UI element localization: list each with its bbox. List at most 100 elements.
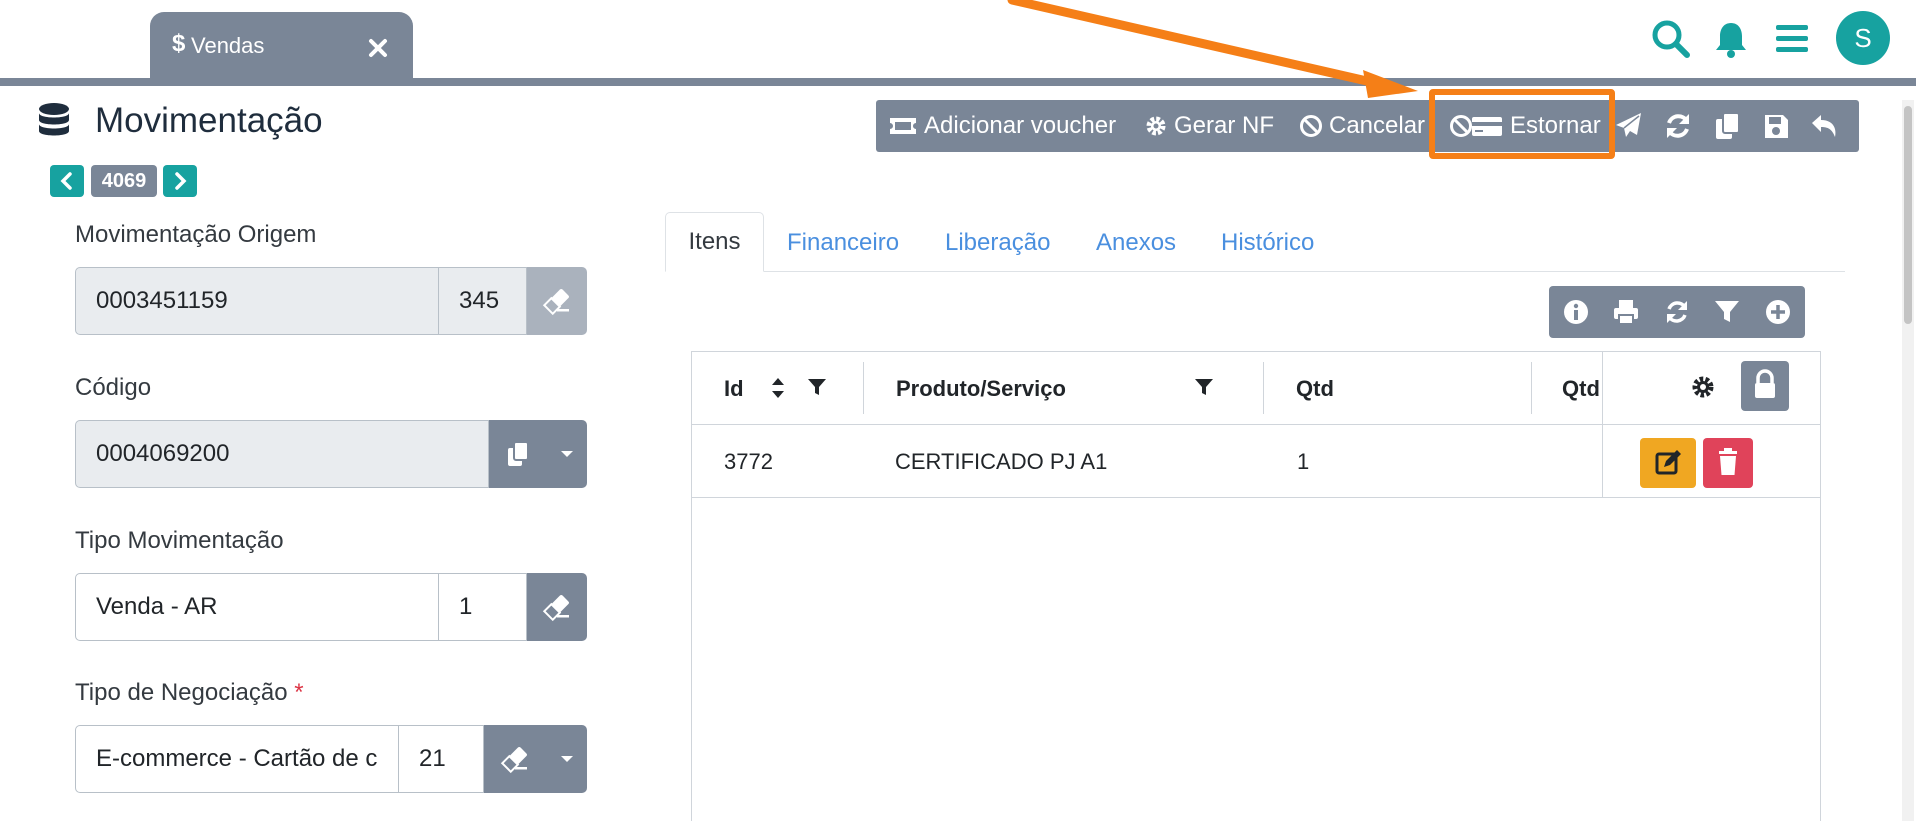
generate-nf-button[interactable]: Gerar NF (1144, 100, 1274, 152)
delete-row-button[interactable] (1703, 438, 1753, 488)
edit-row-button[interactable] (1640, 438, 1696, 488)
bell-icon[interactable] (1710, 18, 1752, 60)
info-icon[interactable] (1561, 297, 1591, 327)
table-header: Id Produto/Serviço Qtd Qtd (692, 352, 1820, 425)
codigo-label: Código (75, 374, 152, 401)
tab-historico[interactable]: Histórico (1221, 229, 1314, 257)
column-separator[interactable] (863, 362, 864, 414)
filter-icon[interactable] (1193, 376, 1215, 398)
reverse-button[interactable]: Estornar (1450, 100, 1601, 152)
tabs-divider (665, 271, 1845, 272)
save-icon[interactable] (1760, 110, 1792, 142)
cancel-button[interactable]: Cancelar (1299, 100, 1425, 152)
gear-icon (1146, 116, 1166, 136)
page-scrollbar[interactable] (1902, 100, 1914, 821)
caret-down-icon (561, 451, 573, 457)
column-header-qty[interactable]: Qtd (1296, 376, 1334, 402)
refresh-icon[interactable] (1662, 297, 1692, 327)
send-icon[interactable] (1613, 110, 1645, 142)
cell-id: 3772 (724, 449, 773, 474)
cancel-label: Cancelar (1329, 112, 1426, 139)
refresh-icon[interactable] (1662, 110, 1694, 142)
avatar[interactable]: S (1836, 11, 1890, 65)
column-header-id[interactable]: Id (724, 376, 744, 402)
filter-icon[interactable] (1712, 297, 1742, 327)
top-bar: $ Vendas S (0, 0, 1916, 78)
app-tab-vendas[interactable]: $ Vendas (150, 12, 413, 78)
tipo-neg-field[interactable]: E-commerce - Cartão de c (75, 725, 399, 793)
origem-label: Movimentação Origem (75, 221, 317, 248)
ban-credit-card-icon (1450, 115, 1502, 137)
tipo-neg-input-group: E-commerce - Cartão de c 21 (75, 725, 587, 793)
eraser-icon (542, 289, 569, 316)
cell-product: CERTIFICADO PJ A1 (895, 449, 1108, 474)
eraser-icon (542, 595, 569, 622)
eraser-icon (500, 747, 527, 774)
clear-tipo-neg-button[interactable] (484, 725, 547, 793)
sort-icon[interactable] (770, 376, 786, 400)
grid-toolbar (1549, 286, 1805, 338)
ban-icon (1300, 115, 1322, 137)
filter-icon[interactable] (806, 376, 828, 398)
next-record-button[interactable] (163, 165, 197, 197)
required-mark: * (294, 679, 304, 706)
dollar-icon: $ (172, 30, 186, 57)
caret-down-icon (561, 756, 573, 762)
close-icon[interactable] (368, 38, 392, 62)
clear-tipo-mov-button[interactable] (527, 573, 587, 641)
codigo-input-group: 0004069200 (75, 420, 587, 488)
tipo-mov-field[interactable]: Venda - AR (75, 573, 439, 641)
lock-columns-button[interactable] (1741, 361, 1789, 411)
column-header-product[interactable]: Produto/Serviço (896, 376, 1066, 402)
trash-icon (1719, 448, 1737, 475)
tipo-mov-number-field[interactable]: 1 (439, 573, 527, 641)
edit-icon (1655, 450, 1681, 475)
table-row[interactable]: 3772 CERTIFICADO PJ A1 1 (692, 425, 1820, 498)
copy-icon (508, 441, 529, 466)
app-tab-label: Vendas (191, 33, 265, 58)
clear-origem-button[interactable] (527, 267, 587, 335)
gear-icon[interactable] (1690, 374, 1716, 400)
items-table: Id Produto/Serviço Qtd Qtd 3772 CERTIFIC… (691, 351, 1821, 821)
tab-financeiro[interactable]: Financeiro (787, 229, 899, 257)
column-separator[interactable] (1263, 362, 1264, 414)
origem-input-group: 0003451159 345 (75, 267, 587, 335)
action-toolbar: Adicionar voucher Gerar NF Cancelar Esto… (876, 100, 1859, 152)
tipo-mov-input-group: Venda - AR 1 (75, 573, 587, 641)
tab-itens[interactable]: Itens (665, 212, 764, 272)
add-voucher-button[interactable]: Adicionar voucher (888, 100, 1116, 152)
tipo-neg-dropdown-button[interactable] (547, 725, 587, 793)
undo-icon[interactable] (1808, 110, 1840, 142)
column-separator[interactable] (1531, 362, 1532, 414)
top-strip (0, 78, 1916, 86)
copy-code-button[interactable] (489, 420, 547, 488)
add-icon[interactable] (1763, 297, 1793, 327)
search-icon[interactable] (1650, 18, 1692, 60)
actions-column-divider (1602, 352, 1603, 497)
tab-liberacao[interactable]: Liberação (945, 229, 1050, 257)
reverse-label: Estornar (1510, 112, 1601, 139)
tipo-neg-label: Tipo de Negociação * (75, 679, 304, 707)
codigo-field[interactable]: 0004069200 (75, 420, 489, 488)
origem-number-field[interactable]: 345 (439, 267, 527, 335)
lock-icon (1755, 369, 1775, 398)
generate-nf-label: Gerar NF (1174, 112, 1275, 139)
menu-icon[interactable] (1772, 18, 1814, 60)
record-id-badge: 4069 (91, 165, 157, 197)
tipo-neg-number-field[interactable]: 21 (399, 725, 484, 793)
database-icon (34, 101, 74, 143)
cell-qty: 1 (1297, 449, 1310, 474)
print-icon[interactable] (1611, 297, 1641, 327)
copy-icon[interactable] (1712, 110, 1744, 142)
previous-record-button[interactable] (50, 165, 84, 197)
ticket-icon (890, 118, 916, 134)
tipo-mov-label: Tipo Movimentação (75, 527, 284, 554)
code-dropdown-button[interactable] (547, 420, 587, 488)
column-header-qty-2[interactable]: Qtd (1562, 376, 1602, 402)
page-title: Movimentação (95, 101, 323, 140)
tipo-neg-label-text: Tipo de Negociação (75, 679, 288, 706)
scrollbar-thumb[interactable] (1904, 106, 1912, 324)
add-voucher-label: Adicionar voucher (924, 112, 1117, 139)
origem-field[interactable]: 0003451159 (75, 267, 439, 335)
tab-anexos[interactable]: Anexos (1096, 229, 1176, 257)
